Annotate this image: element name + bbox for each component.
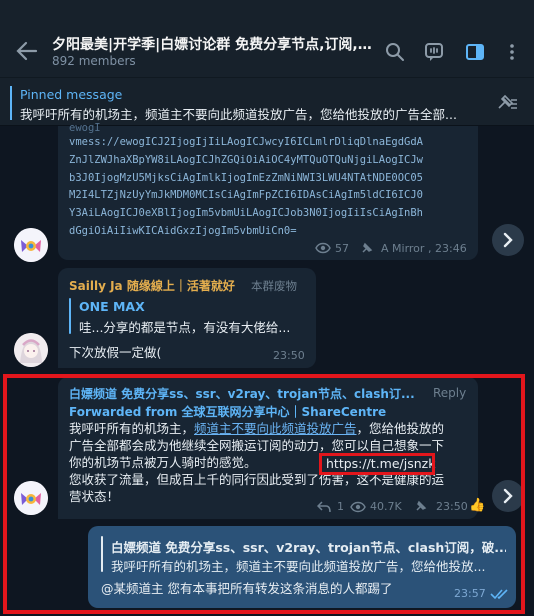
back-arrow-icon[interactable] [16,40,38,62]
sender-name[interactable]: Sailly Ja 随缘線上｜活著就好 [69,277,241,294]
more-vert-icon[interactable] [502,42,522,62]
pin-icon [362,242,373,253]
message-author: A Mirror [381,242,425,255]
eye-icon [315,242,331,254]
sidebar-toggle-icon[interactable] [465,42,485,62]
vmess-line: Y3AiLAogICJ0eXBlIjogIm5vbmUiLAogICJob3N0… [69,207,424,220]
pinned-label: Pinned message [20,87,123,102]
vmess-line: vmess://ewogICJ2IjogIjIiLAogICJwcyI6ICLm… [69,136,424,148]
reply-author[interactable]: ONE MAX [79,299,145,314]
message-time: 23:46 [435,242,467,255]
forward-button[interactable] [492,224,524,256]
reply-accent-bar [69,298,71,334]
author-time-separator: , [428,242,432,255]
pinned-accent-bar [10,86,12,120]
avatar[interactable] [14,333,48,367]
vmess-line: dGgiOiAiIiwKICAidGxzIjogIm5vbmUiCn0= [69,224,297,237]
vmess-line: ZnJlZWJhaXBpYW8iLAogICJhZGQiOiAiOC4yMTQu… [69,153,424,166]
unpin-icon[interactable] [496,92,520,114]
reply-preview[interactable]: 哇...分享的都是节点，有没有大佬给... [79,317,290,336]
highlight-frame [3,374,525,614]
member-count: 892 members [52,54,136,68]
vmess-line: M2I4LTZjNzUyYmJkMDM0MCIsCiAgImFpZCI6IDAs… [69,189,424,202]
video-chat-icon[interactable] [424,42,444,62]
member-title: 本群废物 [251,279,297,293]
search-icon[interactable] [385,42,405,62]
chat-title[interactable]: 夕阳最美|开学季|白嫖讨论群 免费分享节点,订阅,破解... [52,34,377,54]
message-text: 下次放假一定做( [69,345,162,360]
chevron-right-icon [503,232,513,248]
avatar[interactable] [14,228,48,262]
message-time: 23:50 [273,349,305,362]
view-count: 57 [335,242,349,255]
vmess-line: b3J0IjogMzU5MjksCiAgImlkIjogImEzZmNiNWI3… [69,171,424,184]
vmess-code-block[interactable]: vmess://ewogICJ2IjogIjIiLAogICJwcyI6ICLm… [69,134,474,241]
